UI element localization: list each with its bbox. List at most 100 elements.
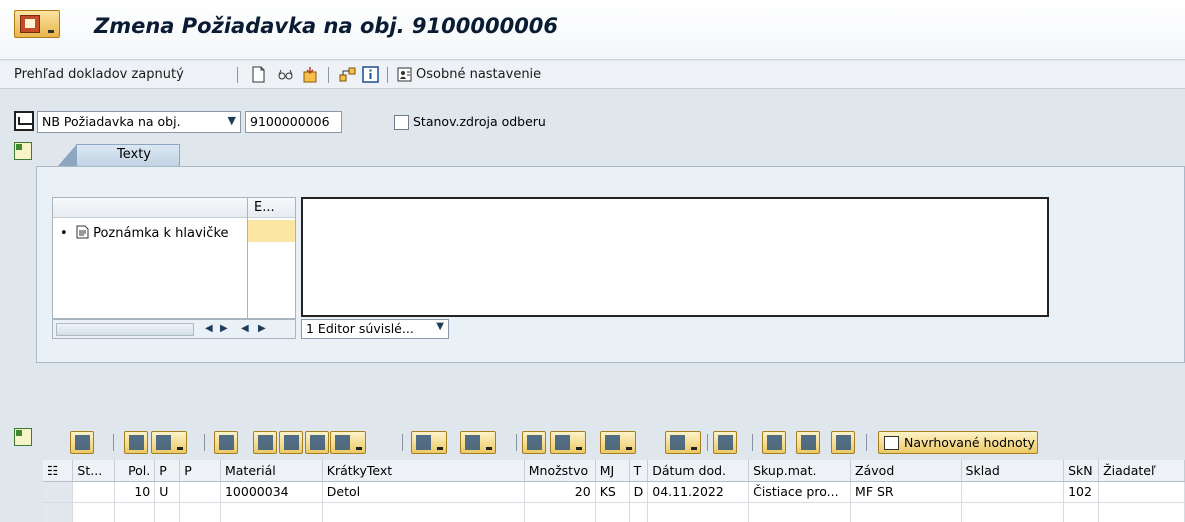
sort-ascending-icon[interactable]: [214, 431, 238, 454]
title-bar: Zmena Požiadavka na obj. 9100000006: [0, 0, 1185, 60]
sap-menu-button[interactable]: [14, 10, 60, 38]
export-icon[interactable]: [600, 431, 636, 454]
select-all-rows-icon[interactable]: ☷: [43, 460, 74, 482]
suggested-values-button[interactable]: Navrhované hodnoty: [878, 431, 1038, 454]
sort-descending-icon[interactable]: [253, 431, 277, 454]
tab-texts-label: Texty: [117, 147, 151, 162]
dropdown-arrow-icon: [48, 30, 54, 33]
column-header[interactable]: Závod: [850, 460, 962, 482]
cell-requester[interactable]: [1098, 481, 1185, 503]
layout-icon[interactable]: [665, 431, 701, 454]
tab-texts[interactable]: Texty: [57, 144, 180, 167]
column-header[interactable]: KrátkyText: [322, 460, 525, 482]
scroll-left-icon[interactable]: ◀: [241, 323, 249, 334]
column-header[interactable]: St...: [72, 460, 116, 482]
cell-delivery-date[interactable]: 04.11.2022: [647, 481, 750, 503]
tree-row-highlight: [248, 220, 295, 242]
source-determination-checkbox[interactable]: [394, 115, 409, 130]
cell-storage-location[interactable]: [961, 481, 1065, 503]
glasses-display-icon[interactable]: [277, 66, 294, 83]
filter-icon[interactable]: [330, 431, 366, 454]
tab-strip: Texty: [36, 134, 1185, 167]
editor-mode-value: 1 Editor súvislé...: [306, 321, 414, 336]
hand-icon[interactable]: [831, 431, 855, 454]
column-header[interactable]: Množstvo: [524, 460, 596, 482]
expand-header-icon[interactable]: [14, 142, 32, 160]
select-all-icon[interactable]: [762, 431, 786, 454]
column-header[interactable]: MJ: [595, 460, 630, 482]
cell-item-category[interactable]: [179, 481, 221, 503]
cell-plant[interactable]: MF SR: [850, 481, 962, 503]
cell-item[interactable]: 10: [114, 481, 156, 503]
editor-mode-select[interactable]: 1 Editor súvislé... ▼: [301, 319, 449, 339]
tree-item-header-note[interactable]: • Poznámka k hlavičke: [60, 225, 229, 241]
bullet-icon: •: [60, 226, 72, 241]
table-row[interactable]: [43, 502, 1185, 522]
column-header[interactable]: Dátum dod.: [647, 460, 750, 482]
subtotal-icon[interactable]: [460, 431, 496, 454]
column-header[interactable]: P: [179, 460, 221, 482]
column-header[interactable]: P: [154, 460, 181, 482]
sap-menu-icon: [20, 15, 40, 33]
column-header[interactable]: Skup.mat.: [748, 460, 852, 482]
tree-scrollbar[interactable]: ◀ ▶ ◀ ▶: [52, 319, 296, 339]
deselect-all-icon[interactable]: [796, 431, 820, 454]
print-icon[interactable]: [522, 431, 546, 454]
column-header[interactable]: SkN: [1063, 460, 1100, 482]
personal-settings-button[interactable]: Osobné nastavenie: [416, 67, 541, 82]
column-header[interactable]: Materiál: [220, 460, 323, 482]
main-area: NB Požiadavka na obj. ▼ 9100000006 Stano…: [0, 90, 1185, 522]
document-type-value: NB Požiadavka na obj.: [42, 114, 181, 129]
views-icon[interactable]: [550, 431, 586, 454]
chevron-down-icon: ▼: [436, 321, 444, 332]
text-document-icon: [76, 225, 89, 239]
cell-status[interactable]: [72, 481, 116, 503]
sum-icon[interactable]: [411, 431, 447, 454]
cell-account-assignment[interactable]: U: [154, 481, 181, 503]
source-determination-checkbox-row: Stanov.zdroja odberu: [394, 113, 606, 135]
personal-settings-icon: [884, 436, 899, 450]
text-editor[interactable]: [301, 197, 1049, 317]
cell-quantity[interactable]: 20: [524, 481, 596, 503]
cell-purchasing-group[interactable]: 102: [1063, 481, 1100, 503]
detail-icon[interactable]: [70, 431, 94, 454]
info-icon[interactable]: [362, 66, 379, 83]
scroll-right-icon[interactable]: ▶: [258, 323, 266, 334]
scroll-right-icon[interactable]: ▶: [220, 323, 228, 334]
copy-icon[interactable]: [124, 431, 148, 454]
toolbar-separator: [237, 67, 238, 83]
row-selector[interactable]: [43, 481, 74, 503]
cell-unit[interactable]: KS: [595, 481, 630, 503]
other-document-icon[interactable]: [302, 66, 319, 83]
find-icon[interactable]: [279, 431, 303, 454]
cell-material-group[interactable]: Čistiace pro...: [748, 481, 852, 503]
row-selector[interactable]: [43, 502, 74, 522]
cell-material[interactable]: 10000034: [220, 481, 323, 503]
scroll-left-icon[interactable]: ◀: [205, 323, 213, 334]
info-icon[interactable]: [713, 431, 737, 454]
column-header[interactable]: T: [629, 460, 649, 482]
table-row[interactable]: 10 U 10000034 Detol 20 KS D 04.11.2022 Č…: [43, 481, 1185, 503]
scrollbar-thumb[interactable]: [56, 323, 194, 336]
new-document-icon[interactable]: [250, 66, 267, 83]
toolbar-separator: [204, 434, 205, 451]
text-tree: • Poznámka k hlavičke: [52, 197, 248, 319]
table-header-row: ☷ St... Pol. P P Materiál KrátkyText Mno…: [43, 460, 1185, 482]
column-header[interactable]: Sklad: [961, 460, 1065, 482]
cell-short-text[interactable]: Detol: [322, 481, 525, 503]
column-header[interactable]: Žiadateľ: [1098, 460, 1185, 482]
page-title: Zmena Požiadavka na obj. 9100000006: [94, 14, 559, 38]
document-overview-button[interactable]: Prehľad dokladov zapnutý: [14, 67, 184, 82]
source-determination-label: Stanov.zdroja odberu: [413, 114, 546, 129]
delete-icon[interactable]: [151, 431, 187, 454]
tree-icon[interactable]: [339, 66, 356, 83]
toolbar-separator: [752, 434, 753, 451]
toolbar-separator: [402, 434, 403, 451]
cell-date-type[interactable]: D: [629, 481, 649, 503]
toolbar-separator: [113, 434, 114, 451]
find-next-icon[interactable]: [305, 431, 329, 454]
document-type-select[interactable]: NB Požiadavka na obj. ▼: [37, 111, 241, 133]
personal-settings-icon[interactable]: [397, 66, 414, 83]
column-header[interactable]: Pol.: [114, 460, 156, 482]
document-number-field[interactable]: 9100000006: [245, 111, 342, 133]
